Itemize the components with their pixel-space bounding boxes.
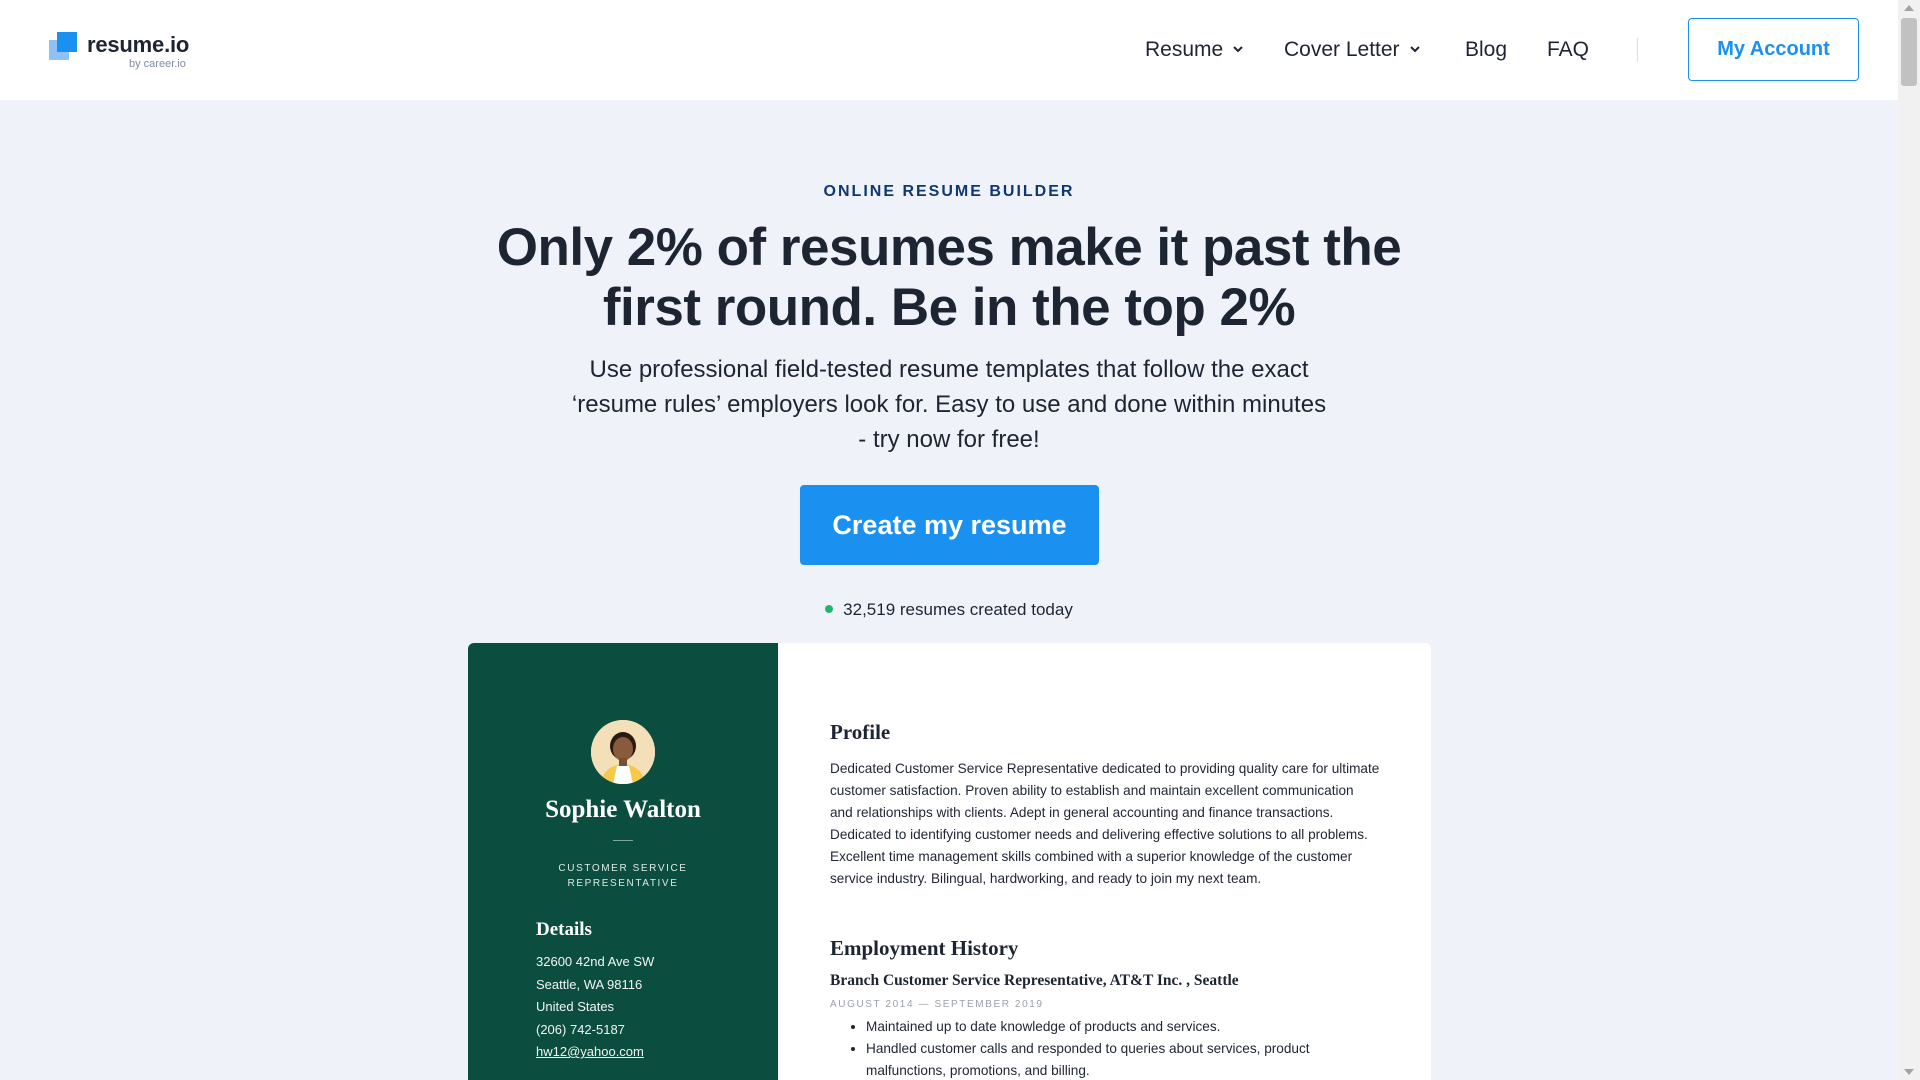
- status-dot-icon: [825, 605, 834, 614]
- logo-text: resume.io: [87, 32, 190, 57]
- logo-icon: [49, 32, 79, 62]
- page-scrollbar[interactable]: [1898, 0, 1920, 1080]
- employment-heading: Employment History: [830, 936, 1019, 960]
- resume-counter-text: 32,519 resumes created today: [843, 600, 1073, 619]
- scroll-down-arrow-icon[interactable]: [1904, 1069, 1914, 1075]
- resume-name: Sophie Walton: [545, 796, 701, 823]
- detail-address1: 32600 42nd Ave SW: [536, 954, 655, 969]
- detail-email: hw12@yahoo.com: [536, 1044, 644, 1059]
- nav-divider: [1637, 38, 1638, 62]
- list-item: Handled customer calls and responded to …: [866, 1038, 1386, 1080]
- nav-faq[interactable]: FAQ: [1547, 38, 1589, 62]
- profile-text: Dedicated Customer Service Representativ…: [830, 761, 1380, 886]
- my-account-button[interactable]: My Account: [1688, 18, 1859, 81]
- nav-blog[interactable]: Blog: [1465, 38, 1507, 62]
- details-heading: Details: [536, 919, 592, 940]
- create-resume-button[interactable]: Create my resume: [800, 485, 1099, 565]
- hero-subtext: Use professional field-tested resume tem…: [571, 356, 1327, 453]
- name-divider: [613, 840, 633, 841]
- job-bullets: Maintained up to date knowledge of produ…: [866, 1016, 1386, 1080]
- hero-headline: Only 2% of resumes make it past the firs…: [496, 218, 1402, 337]
- list-item: Maintained up to date knowledge of produ…: [866, 1016, 1386, 1038]
- chevron-down-icon: [1409, 46, 1420, 53]
- site-header: resume.io by career.io Resume Cover Lett…: [0, 0, 1898, 100]
- hero-eyebrow: ONLINE RESUME BUILDER: [823, 183, 1075, 200]
- profile-heading: Profile: [830, 720, 891, 744]
- detail-country: United States: [536, 999, 615, 1014]
- nav-cover-letter-label: Cover Letter: [1284, 38, 1400, 61]
- details-list: 32600 42nd Ave SW Seattle, WA 98116 Unit…: [536, 951, 654, 1064]
- nav-resume[interactable]: Resume: [1145, 38, 1244, 62]
- resume-sidebar: Sophie Walton CUSTOMER SERVICE REPRESENT…: [468, 643, 778, 1080]
- job-title: Branch Customer Service Representative, …: [830, 972, 1239, 989]
- nav-faq-label: FAQ: [1547, 38, 1590, 61]
- resume-preview: Sophie Walton CUSTOMER SERVICE REPRESENT…: [468, 643, 1431, 1080]
- nav-resume-label: Resume: [1145, 38, 1224, 61]
- job-dates: AUGUST 2014 — SEPTEMBER 2019: [830, 999, 1044, 1010]
- nav-cover-letter[interactable]: Cover Letter: [1284, 38, 1421, 62]
- avatar: [591, 720, 655, 784]
- detail-phone: (206) 742-5187: [536, 1021, 625, 1037]
- detail-address2: Seattle, WA 98116: [536, 976, 643, 992]
- chevron-down-icon: [1233, 46, 1243, 53]
- resume-counter: 32,519 resumes created today: [0, 600, 1898, 620]
- nav-blog-label: Blog: [1465, 38, 1508, 61]
- scroll-thumb[interactable]: [1901, 18, 1917, 86]
- resume-job-title: CUSTOMER SERVICE REPRESENTATIVE: [558, 863, 688, 889]
- scroll-up-arrow-icon[interactable]: [1904, 5, 1914, 11]
- logo-subtext: by career.io: [129, 58, 186, 70]
